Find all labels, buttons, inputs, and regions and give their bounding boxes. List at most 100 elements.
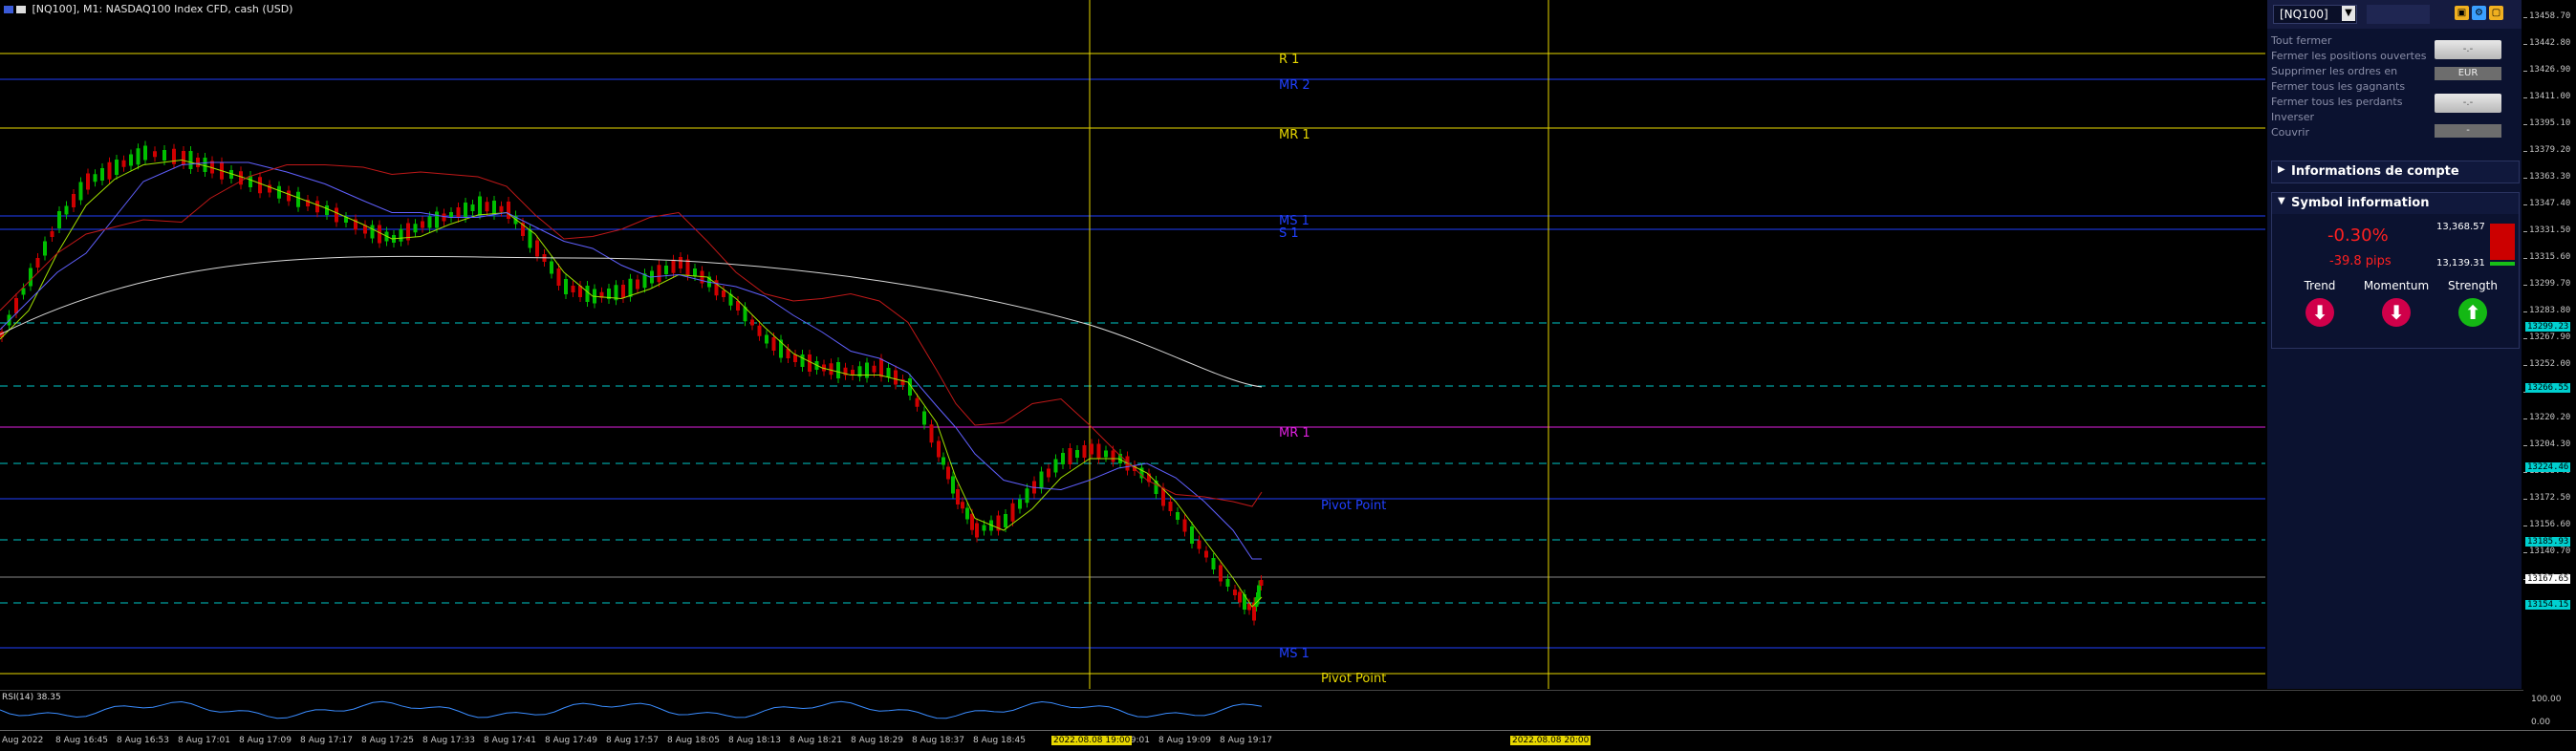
candle-body [564, 279, 568, 294]
candle-body [975, 523, 979, 538]
candle-body [315, 201, 319, 213]
momentum-label: Momentum [2363, 279, 2430, 292]
candle-body [115, 160, 119, 175]
price-tick: 13458.70 [2522, 11, 2571, 21]
candle-body [982, 525, 986, 531]
price-tick: 13204.30 [2522, 440, 2571, 449]
lot-button-2[interactable]: -.- [2435, 94, 2501, 113]
time-label: 8 Aug 17:49 [545, 736, 597, 745]
candle-body [1233, 590, 1237, 595]
menu-hedge[interactable]: Couvrir [2271, 126, 2309, 139]
candle-body [879, 358, 883, 377]
day-high: 13,368.57 [2436, 222, 2485, 232]
window-title: [NQ100], M1: NASDAQ100 Index CFD, cash (… [32, 3, 293, 15]
account-info-header[interactable]: ▶ Informations de compte [2271, 161, 2520, 183]
chevron-down-icon[interactable]: ▼ [2342, 6, 2355, 21]
candle-body [325, 205, 329, 215]
strength-label: Strength [2448, 279, 2498, 292]
price-tick: 13363.30 [2522, 172, 2571, 182]
candle-body [956, 489, 960, 504]
level-label-pivot-blue: Pivot Point [1321, 499, 1387, 513]
candle-body [203, 158, 207, 172]
price-tag: 13154.15 [2525, 600, 2571, 610]
time-label: 8 Aug 18:45 [973, 736, 1026, 745]
menu-reverse[interactable]: Inverser [2271, 111, 2314, 123]
candle-body [14, 298, 18, 313]
candle-body [657, 265, 661, 283]
candle-body [442, 213, 446, 222]
price-tick: 13220.20 [2522, 413, 2571, 422]
candle-body [1082, 445, 1087, 458]
range-bar-green [2490, 262, 2515, 266]
price-tick: 13379.20 [2522, 145, 2571, 155]
menu-close-winners[interactable]: Fermer tous les gagnants [2271, 80, 2405, 93]
candle-body [872, 365, 877, 373]
candle-body [478, 196, 482, 215]
rsi-label: RSI(14) 38.35 [2, 693, 61, 702]
candle-body [153, 151, 157, 158]
symbol-info-header[interactable]: ▼ Symbol information [2271, 192, 2520, 215]
window-icon[interactable]: ▢ [2489, 6, 2503, 20]
candle-body [86, 173, 90, 190]
candle-body [239, 171, 243, 185]
candle-body [121, 160, 126, 167]
rsi-path [0, 700, 1263, 719]
candle-body [1039, 471, 1044, 489]
menu-close-all[interactable]: Tout fermer [2271, 34, 2331, 47]
time-label: 8 Aug 17:41 [484, 736, 536, 745]
price-chart[interactable] [0, 0, 2265, 689]
candle-body [942, 457, 945, 465]
time-label: 8 Aug 18:21 [790, 736, 842, 745]
candle-body [421, 221, 424, 228]
level-label-mr1-magenta: MR 1 [1279, 426, 1310, 440]
time-label: 8 Aug 17:17 [300, 736, 353, 745]
chart-area[interactable]: [NQ100], M1: NASDAQ100 Index CFD, cash (… [0, 0, 2265, 689]
rsi-subwindow[interactable]: RSI(14) 38.35 100.00 0.00 [0, 690, 2562, 731]
candle-body [765, 334, 768, 344]
day-low: 13,139.31 [2436, 258, 2485, 268]
lot-tab-2[interactable]: - [2435, 124, 2501, 138]
candle-body [399, 228, 403, 242]
candle-body [136, 148, 141, 165]
menu-close-open-positions[interactable]: Fermer les positions ouvertes [2271, 50, 2427, 62]
candle-body [836, 362, 840, 378]
candle-body [1061, 453, 1065, 464]
candle-body [946, 466, 950, 480]
symbol-info-title: Symbol information [2291, 196, 2430, 210]
candle-body [722, 290, 725, 297]
candle-body [1204, 550, 1208, 558]
price-tag: 13266.55 [2525, 383, 2571, 393]
currency-tab[interactable]: EUR [2435, 67, 2501, 80]
settings-icon[interactable]: ⚙ [2472, 6, 2486, 20]
candle-body [1075, 450, 1079, 458]
candle-body [1219, 565, 1223, 582]
price-tick: 13347.40 [2522, 199, 2571, 208]
price-axis: 13458.70 13442.80 13426.90 13411.00 13395.10… [2522, 0, 2576, 688]
candle-body [1225, 579, 1230, 587]
lot-button-1[interactable]: -.- [2435, 40, 2501, 59]
candle-body [182, 151, 185, 164]
candle-body [456, 207, 461, 218]
level-label-r1: R 1 [1279, 53, 1300, 67]
candle-body [129, 154, 133, 166]
folder-icon[interactable]: ▣ [2455, 6, 2469, 20]
candle-body [556, 268, 561, 286]
price-tick: 13315.60 [2522, 252, 2571, 262]
candle-body [162, 150, 166, 161]
price-tick: 13172.50 [2522, 493, 2571, 503]
candle-body [757, 325, 762, 336]
level-label-mr2: MR 2 [1279, 78, 1310, 93]
candle-body [965, 507, 969, 520]
candle-body [585, 286, 590, 302]
candle-body [1211, 558, 1216, 569]
crosshair-time-1: 2022.08.08 19:00 [1051, 736, 1133, 745]
candle-body [808, 354, 812, 372]
menu-close-losers[interactable]: Fermer tous les perdants [2271, 96, 2402, 108]
candle-body [937, 440, 941, 458]
candle-body [621, 285, 625, 298]
trade-panel: [NQ100] ▼ ▣ ⚙ ▢ Tout fermer Fermer les p… [2267, 0, 2522, 689]
momentum-down-arrow-icon: ⬇ [2382, 298, 2411, 327]
menu-delete-orders[interactable]: Supprimer les ordres en [2271, 65, 2397, 77]
candle-body [628, 278, 633, 297]
symbol-extra-field[interactable] [2367, 5, 2430, 24]
